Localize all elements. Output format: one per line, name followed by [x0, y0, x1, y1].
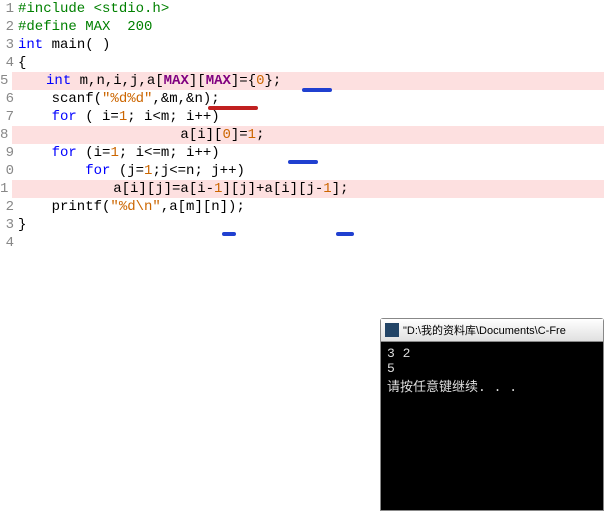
line-number: 7: [0, 108, 18, 126]
line-number: 2: [0, 198, 18, 216]
console-title: "D:\我的资料库\Documents\C-Fre: [403, 322, 566, 338]
annotation-mark: [336, 232, 354, 236]
code-content[interactable]: scanf("%d%d",&m,&n);: [18, 90, 604, 108]
line-number: 1: [0, 180, 12, 198]
code-line[interactable]: 2#define MAX 200: [0, 18, 604, 36]
code-content[interactable]: }: [18, 216, 604, 234]
code-line[interactable]: 3}: [0, 216, 604, 234]
line-number: 6: [0, 90, 18, 108]
code-line[interactable]: 1#include <stdio.h>: [0, 0, 604, 18]
code-content[interactable]: a[i][j]=a[i-1][j]+a[i][j-1];: [12, 180, 604, 198]
annotation-mark: [222, 232, 236, 236]
app-icon: [385, 323, 399, 337]
code-line[interactable]: 3int main( ): [0, 36, 604, 54]
code-content[interactable]: #define MAX 200: [18, 18, 604, 36]
line-number: 1: [0, 0, 18, 18]
code-line[interactable]: 4{: [0, 54, 604, 72]
code-line[interactable]: 8 a[i][0]=1;: [0, 126, 604, 144]
line-number: 4: [0, 54, 18, 72]
annotation-mark: [208, 106, 258, 110]
code-editor[interactable]: 1#include <stdio.h>2#define MAX 2003int …: [0, 0, 604, 252]
line-number: 0: [0, 162, 18, 180]
code-content[interactable]: {: [18, 54, 604, 72]
code-content[interactable]: printf("%d\n",a[m][n]);: [18, 198, 604, 216]
code-line[interactable]: 2 printf("%d\n",a[m][n]);: [0, 198, 604, 216]
code-content[interactable]: for (j=1;j<=n; j++): [18, 162, 604, 180]
line-number: 5: [0, 72, 12, 90]
code-content[interactable]: int main( ): [18, 36, 604, 54]
code-content[interactable]: for ( i=1; i<m; i++): [18, 108, 604, 126]
console-line-2: 5: [387, 361, 395, 376]
code-content[interactable]: #include <stdio.h>: [18, 0, 604, 18]
console-line-3: 请按任意键继续. . .: [387, 380, 517, 395]
code-line[interactable]: 7 for ( i=1; i<m; i++): [0, 108, 604, 126]
code-line[interactable]: 6 scanf("%d%d",&m,&n);: [0, 90, 604, 108]
code-line[interactable]: 4: [0, 234, 604, 252]
console-output[interactable]: 3 2 5 请按任意键继续. . .: [381, 342, 603, 510]
line-number: 9: [0, 144, 18, 162]
code-content[interactable]: a[i][0]=1;: [12, 126, 604, 144]
annotation-mark: [288, 160, 318, 164]
console-window: "D:\我的资料库\Documents\C-Fre 3 2 5 请按任意键继续.…: [380, 318, 604, 511]
console-line-1: 3 2: [387, 346, 410, 361]
line-number: 3: [0, 36, 18, 54]
code-line[interactable]: 0 for (j=1;j<=n; j++): [0, 162, 604, 180]
code-content[interactable]: [18, 234, 604, 252]
annotation-mark: [302, 88, 332, 92]
line-number: 4: [0, 234, 18, 252]
line-number: 2: [0, 18, 18, 36]
line-number: 3: [0, 216, 18, 234]
console-title-bar[interactable]: "D:\我的资料库\Documents\C-Fre: [381, 319, 603, 342]
line-number: 8: [0, 126, 12, 144]
code-line[interactable]: 1 a[i][j]=a[i-1][j]+a[i][j-1];: [0, 180, 604, 198]
